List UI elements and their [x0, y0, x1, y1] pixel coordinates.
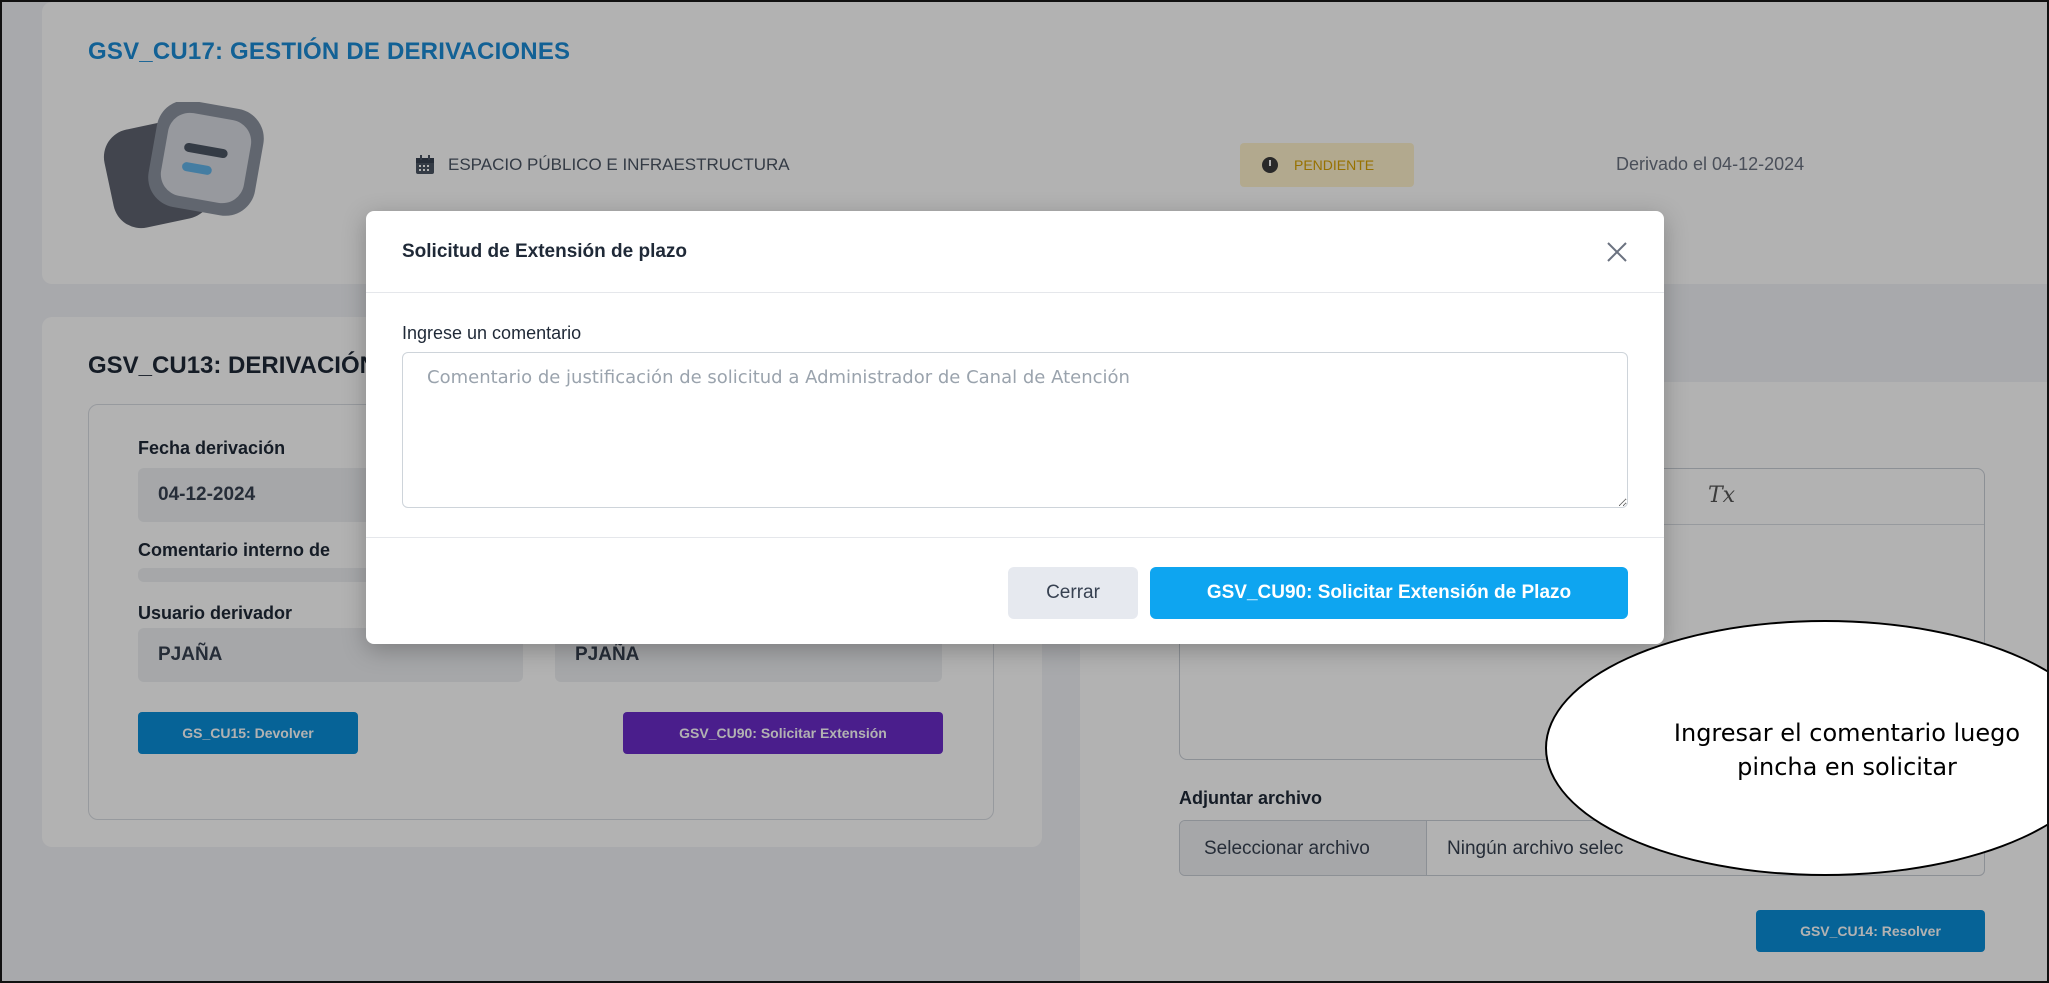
modal-title: Solicitud de Extensión de plazo [402, 241, 688, 262]
close-button[interactable]: Cerrar [1008, 567, 1138, 619]
screenshot-frame: GSV_CU17: GESTIÓN DE DERIVACIONES ESPACI… [0, 0, 2049, 983]
close-icon[interactable] [1604, 239, 1630, 265]
instruction-text: Ingresar el comentario luego pincha en s… [1673, 719, 2021, 781]
submit-extension-button[interactable]: GSV_CU90: Solicitar Extensión de Plazo [1150, 567, 1628, 619]
extension-modal: Solicitud de Extensión de plazo Ingrese … [366, 211, 1664, 644]
modal-header: Solicitud de Extensión de plazo [366, 211, 1664, 293]
comment-textarea[interactable] [402, 352, 1628, 508]
comment-label: Ingrese un comentario [402, 323, 582, 343]
modal-footer: Cerrar GSV_CU90: Solicitar Extensión de … [366, 537, 1664, 644]
